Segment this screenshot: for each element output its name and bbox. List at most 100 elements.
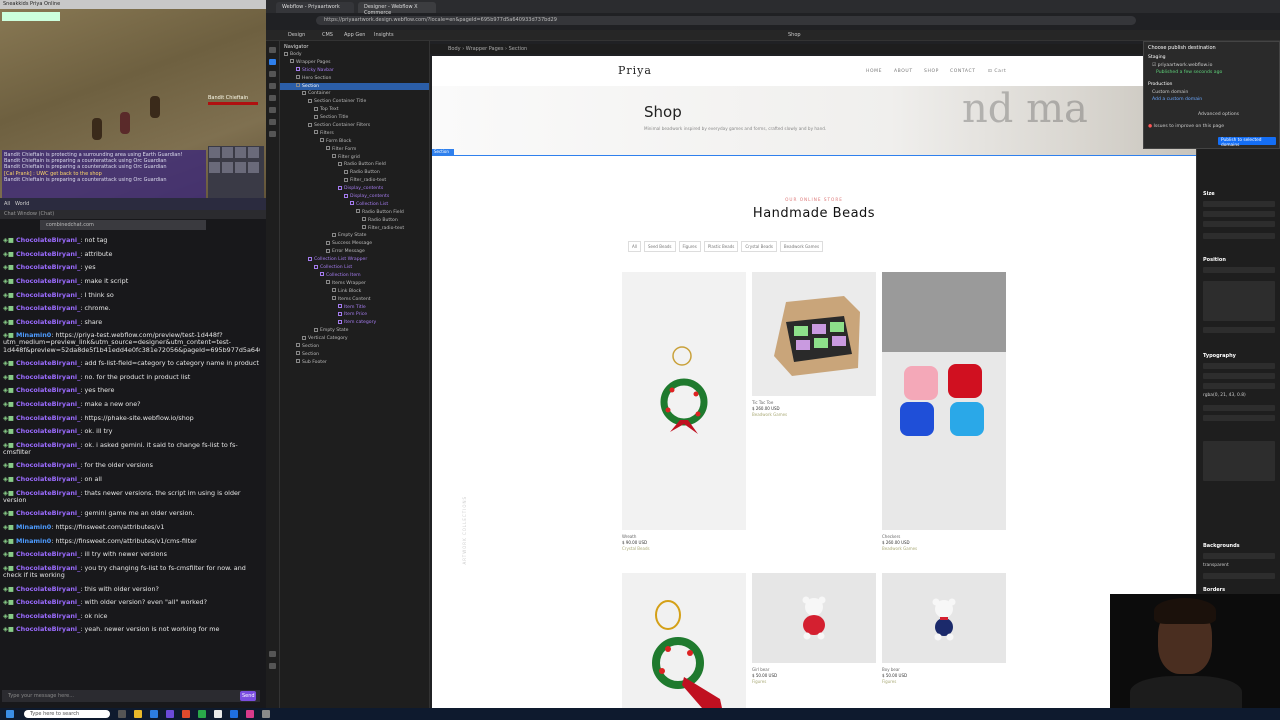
chat-username[interactable]: ChocolateBiryani_: [16, 359, 80, 367]
decoration-buttons[interactable]: [1203, 415, 1275, 421]
navigator-node[interactable]: Radio Button Field: [280, 161, 429, 169]
chat-username[interactable]: ChocolateBiryani_: [16, 250, 80, 258]
player-character[interactable]: [92, 118, 102, 140]
section-eyebrow[interactable]: OUR ONLINE STORE: [432, 197, 1196, 202]
browser-tab[interactable]: Webflow - Priyaartwork: [276, 2, 354, 13]
filter-all[interactable]: All: [628, 241, 641, 252]
navigator-node[interactable]: Item Title: [280, 304, 429, 312]
navigator-node[interactable]: Vertical Category: [280, 335, 429, 343]
site-logo[interactable]: Priya: [618, 64, 652, 77]
advanced-options-toggle[interactable]: Advanced options: [1198, 112, 1239, 117]
chat-username[interactable]: ChocolateBiryani_: [16, 625, 80, 633]
app-icon[interactable]: [198, 710, 206, 718]
enemy-character[interactable]: [120, 112, 130, 134]
borders-section-title[interactable]: Borders: [1203, 587, 1225, 593]
navigator-node[interactable]: Collection List Wrapper: [280, 256, 429, 264]
product-card[interactable]: Boy bear $ 50.00 USD Figures: [882, 573, 1006, 685]
boss-character[interactable]: [150, 96, 160, 118]
game-chat-tab-all[interactable]: All: [4, 201, 10, 207]
design-canvas[interactable]: Priya HOME ABOUT SHOP CONTACT ⊡ Cart nd …: [432, 56, 1196, 708]
navigator-node[interactable]: Radio Button: [280, 217, 429, 225]
pages-icon[interactable]: [269, 83, 276, 89]
chat-username[interactable]: ChocolateBiryani_: [16, 236, 80, 244]
skill-slot[interactable]: [248, 162, 259, 173]
variables-icon[interactable]: [269, 95, 276, 101]
navigator-node[interactable]: Wrapper Pages: [280, 59, 429, 67]
navigator-node[interactable]: Filters: [280, 130, 429, 138]
chat-username[interactable]: ChocolateBiryani_: [16, 461, 80, 469]
issues-row[interactable]: ● Issues to improve on this page: [1148, 124, 1224, 129]
product-card[interactable]: Tic Tac Toe $ 260.00 USD Beadwork Games: [752, 272, 876, 418]
navigator-node[interactable]: Section Container Filters: [280, 122, 429, 130]
skill-slot[interactable]: [235, 162, 246, 173]
product-image[interactable]: [622, 573, 746, 708]
mode-design[interactable]: Design: [288, 32, 305, 38]
filter-crystal-beads[interactable]: Crystal Beads: [741, 241, 777, 252]
skill-slot[interactable]: [209, 162, 220, 173]
browser-tab[interactable]: Designer - Webflow X Commerce: [358, 2, 436, 16]
chat-username[interactable]: ChocolateBiryani_: [16, 550, 80, 558]
edge-icon[interactable]: [150, 710, 158, 718]
navigator-node[interactable]: Form Block: [280, 138, 429, 146]
send-button[interactable]: Send: [240, 691, 256, 701]
chat-username[interactable]: ChocolateBiryani_: [16, 263, 80, 271]
nav-link-about[interactable]: ABOUT: [894, 69, 913, 74]
navigator-node[interactable]: Link Block: [280, 288, 429, 296]
skill-slot[interactable]: [222, 162, 233, 173]
chat-username[interactable]: ChocolateBiryani_: [16, 400, 80, 408]
navigator-node[interactable]: Radio Button Field: [280, 209, 429, 217]
navigator-node[interactable]: Top Text: [280, 106, 429, 114]
breadcrumb[interactable]: Body › Wrapper Pages › Section: [428, 44, 1148, 54]
product-image[interactable]: [622, 272, 746, 530]
product-card[interactable]: Wreath $ 90.00 USD Crystal Beads: [622, 272, 746, 552]
assets-icon[interactable]: [269, 119, 276, 125]
navigator-node[interactable]: Collection Item: [280, 272, 429, 280]
hero-subtitle[interactable]: Minimal beadwork inspired by everyday ga…: [644, 126, 826, 131]
chat-username[interactable]: ChocolateBiryani_: [16, 373, 80, 381]
staging-url[interactable]: priyaartwork.webflow.io: [1158, 63, 1213, 68]
staging-checkbox[interactable]: ☑ priyaartwork.webflow.io: [1152, 63, 1212, 68]
navigator-icon[interactable]: [269, 59, 276, 65]
text-color-field[interactable]: rgba(0, 21, 43, 0.8): [1203, 393, 1275, 399]
navigator-node[interactable]: Section: [280, 343, 429, 351]
chat-username[interactable]: ChocolateBiryani_: [16, 585, 80, 593]
navigator-node[interactable]: Hero Section: [280, 75, 429, 83]
navigator-node[interactable]: Container: [280, 90, 429, 98]
navigator-node[interactable]: Section Title: [280, 114, 429, 122]
navigator-node[interactable]: Section: [280, 82, 429, 91]
skill-slot[interactable]: [209, 147, 220, 158]
chat-username[interactable]: Minamin0: [16, 523, 51, 531]
image-gradient-field[interactable]: [1203, 553, 1275, 559]
product-image[interactable]: [882, 573, 1006, 663]
skill-slot[interactable]: [248, 147, 259, 158]
chat-username[interactable]: ChocolateBiryani_: [16, 427, 80, 435]
overflow-field[interactable]: [1203, 233, 1275, 239]
skill-hud[interactable]: [208, 146, 264, 200]
product-card[interactable]: Checkers $ 260.00 USD Beadwork Games: [882, 272, 1006, 552]
navigator-tree[interactable]: Body Wrapper Pages Sticky Navbar Hero Secti…: [280, 51, 429, 367]
size-section-title[interactable]: Size: [1203, 191, 1215, 197]
task-view-icon[interactable]: [118, 710, 126, 718]
navigator-node[interactable]: Item Price: [280, 311, 429, 319]
navigator-node[interactable]: Collection List: [280, 264, 429, 272]
filter-seed-beads[interactable]: Seed Beads: [643, 241, 676, 252]
cart-link[interactable]: ⊡ Cart: [988, 69, 1006, 74]
more-type-options[interactable]: [1203, 441, 1275, 481]
app-icon[interactable]: [166, 710, 174, 718]
page-selector[interactable]: Shop: [788, 32, 801, 38]
app-icon[interactable]: [230, 710, 238, 718]
position-box[interactable]: [1203, 281, 1275, 321]
chat-username[interactable]: ChocolateBiryani_: [16, 509, 80, 517]
chrome-icon[interactable]: [214, 710, 222, 718]
typography-section-title[interactable]: Typography: [1203, 353, 1236, 359]
game-window[interactable]: Sneakkids Priya Online Bandit Chieftain …: [0, 0, 266, 210]
app-icon[interactable]: [182, 710, 190, 718]
position-section-title[interactable]: Position: [1203, 257, 1226, 263]
filter-figures[interactable]: Figures: [678, 241, 701, 252]
width-height-fields[interactable]: [1203, 201, 1275, 207]
app-icon[interactable]: [246, 710, 254, 718]
navigator-node[interactable]: Filter Form: [280, 146, 429, 154]
navigator-node[interactable]: Body: [280, 51, 429, 59]
max-size-fields[interactable]: [1203, 221, 1275, 227]
section-title[interactable]: Handmade Beads: [432, 206, 1196, 221]
